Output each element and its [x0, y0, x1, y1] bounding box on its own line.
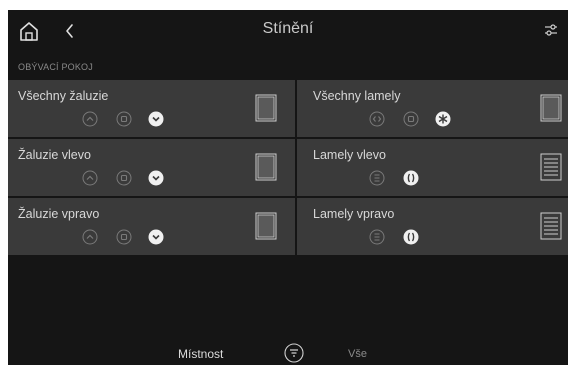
up-chevron-icon[interactable] [82, 229, 98, 245]
tile-blinds-right[interactable]: Žaluzie vpravo [8, 198, 295, 255]
tile-label: Žaluzie vpravo [18, 207, 100, 221]
slats-tilt-icon[interactable] [403, 229, 419, 245]
stop-icon[interactable] [116, 229, 132, 245]
top-bar: Stínění [8, 10, 568, 50]
tilt-icon[interactable] [369, 111, 385, 127]
tile-all-slats[interactable]: Všechny lamely [297, 80, 568, 137]
slats-lines-icon [540, 212, 562, 240]
tile-label: Lamely vlevo [313, 148, 386, 162]
app-screen: Stínění OBÝVACÍ POKOJ Všechny žaluzie Vš… [8, 10, 568, 365]
tab-all[interactable]: Vše [348, 348, 367, 360]
blind-closed-icon [255, 94, 277, 122]
tile-label: Všechny žaluzie [18, 89, 109, 103]
slats-closed-icon [540, 94, 562, 122]
tile-slats-left[interactable]: Lamely vlevo [297, 139, 568, 196]
slats-open-icon[interactable] [369, 170, 385, 186]
up-chevron-icon[interactable] [82, 111, 98, 127]
tile-slats-right[interactable]: Lamely vpravo [297, 198, 568, 255]
shading-grid: Všechny žaluzie Všechny lamely Žaluzie v… [8, 80, 568, 256]
slats-rotate-icon[interactable] [435, 111, 451, 127]
up-chevron-icon[interactable] [82, 170, 98, 186]
blind-closed-icon [255, 212, 277, 240]
stop-icon[interactable] [403, 111, 419, 127]
settings-sliders-icon[interactable] [543, 22, 559, 38]
slats-open-icon[interactable] [369, 229, 385, 245]
tile-all-blinds[interactable]: Všechny žaluzie [8, 80, 295, 137]
tile-label: Žaluzie vlevo [18, 148, 91, 162]
stop-icon[interactable] [116, 170, 132, 186]
tile-label: Lamely vpravo [313, 207, 395, 221]
tile-label: Všechny lamely [313, 89, 401, 103]
slats-tilt-icon[interactable] [403, 170, 419, 186]
filter-icon[interactable] [284, 343, 304, 363]
tile-blinds-left[interactable]: Žaluzie vlevo [8, 139, 295, 196]
tab-room[interactable]: Místnost [178, 347, 223, 361]
slats-lines-icon [540, 153, 562, 181]
page-title: Stínění [262, 20, 314, 37]
room-name: OBÝVACÍ POKOJ [18, 62, 93, 72]
stop-icon[interactable] [116, 111, 132, 127]
bottom-bar: Místnost Vše [8, 342, 568, 365]
down-chevron-icon[interactable] [148, 229, 164, 245]
blind-closed-icon [255, 153, 277, 181]
down-chevron-icon[interactable] [148, 111, 164, 127]
down-chevron-icon[interactable] [148, 170, 164, 186]
